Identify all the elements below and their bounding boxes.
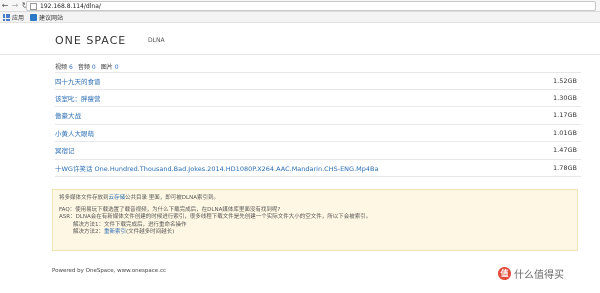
count-video[interactable]: 视频 6 — [55, 62, 73, 71]
file-link[interactable]: 傲豪大战 — [55, 110, 81, 120]
bookmark-page-icon — [30, 13, 38, 21]
faq-question: FAQ：使用易玩下载选置了载音视频，为什么下载完成后，在DLNA媒体库里面没有找… — [59, 206, 281, 213]
watermark-badge-icon: 值 — [498, 267, 511, 280]
forward-arrow-icon[interactable]: → — [10, 1, 20, 11]
solution-1: 解决方法1：文件下载完成后，进行重命名操作 — [73, 221, 187, 228]
back-arrow-icon[interactable]: ← — [0, 1, 10, 11]
file-link[interactable]: 该室叱：胖瘦营 — [55, 93, 101, 103]
page-icon — [30, 2, 37, 10]
apps-grid-icon — [3, 13, 10, 21]
file-link[interactable]: 冥宿记 — [55, 145, 75, 155]
file-size: 1.78GB — [553, 163, 577, 172]
bookmarks-bar: 应用 建议网站 — [0, 12, 600, 23]
file-size: 1.47GB — [553, 146, 577, 155]
table-row: 傲豪大战 1.17GB — [55, 107, 581, 125]
file-size: 1.17GB — [553, 111, 577, 120]
table-row: 小黄人大眼萌 1.01GB — [55, 125, 581, 142]
page-title: DLNA — [148, 37, 165, 44]
solution-2: 解决方法2：重新索引(文件越多时间越长) — [73, 229, 175, 235]
bookmark-apps[interactable]: 应用 — [3, 13, 24, 22]
count-image[interactable]: 图片 0 — [101, 62, 119, 71]
brand-logo[interactable]: ONE SPACE — [55, 34, 126, 47]
media-counts: 视频 6 音频 0 图片 0 — [55, 62, 119, 71]
file-size: 1.52GB — [553, 76, 577, 85]
file-table: 四十九天的食谱 1.52GB 该室叱：胖瘦营 1.30GB 傲豪大战 1.17G… — [55, 72, 581, 177]
reindex-link[interactable]: 重新索引 — [104, 229, 126, 235]
help-notice: 将多媒体文件存放到云存储公共目录 里面，即可被DLNA索引到。 FAQ：使用易玩… — [52, 189, 578, 251]
count-audio[interactable]: 音频 0 — [78, 62, 96, 71]
address-bar[interactable]: 192.168.8.114/dlna/ — [26, 1, 596, 11]
bookmark-label: 建议网站 — [39, 14, 64, 22]
file-link[interactable]: 十WG许笑话 One.Hundred.Thousand.Bad.Jokes.20… — [55, 163, 378, 173]
table-row: 该室叱：胖瘦营 1.30GB — [55, 90, 581, 107]
watermark-text: 什么值得买 — [514, 270, 564, 281]
file-size: 1.01GB — [553, 128, 577, 137]
file-link[interactable]: 四十九天的食谱 — [55, 76, 101, 86]
app-header: ONE SPACE DLNA — [0, 23, 600, 55]
table-row: 冥宿记 1.47GB — [55, 142, 581, 160]
faq-answer: ASR：DLNA会在有新媒体文件创建的时候进行索引，很多线程下载文件是先创建一个… — [59, 214, 372, 220]
table-row: 十WG许笑话 One.Hundred.Thousand.Bad.Jokes.20… — [55, 160, 581, 177]
bookmark-label: 应用 — [12, 14, 25, 22]
cloud-storage-link[interactable]: 云存储 — [109, 195, 126, 201]
footer: Powered by OneSpace, www.onespace.cc — [52, 268, 166, 274]
watermark: 值 什么值得买 — [498, 266, 564, 281]
file-size: 1.30GB — [553, 93, 577, 102]
table-row: 四十九天的食谱 1.52GB — [55, 72, 581, 90]
notice-line: 将多媒体文件存放到云存储公共目录 里面，即可被DLNA索引到。 — [59, 195, 219, 201]
browser-toolbar: ← → ↻ 192.168.8.114/dlna/ — [0, 0, 600, 12]
file-link[interactable]: 小黄人大眼萌 — [55, 128, 94, 138]
bookmark-suggested[interactable]: 建议网站 — [30, 13, 63, 22]
url-text: 192.168.8.114/dlna/ — [40, 2, 101, 10]
